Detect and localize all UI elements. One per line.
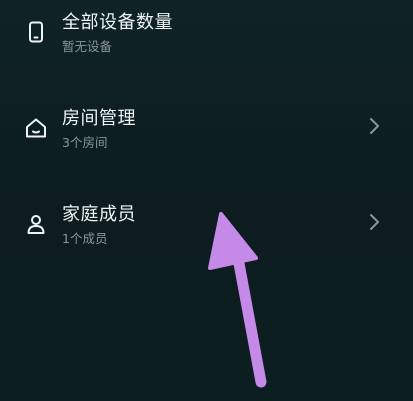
device-count-title: 全部设备数量 — [62, 12, 173, 33]
device-count-item[interactable]: 全部设备数量 暂无设备 — [0, 2, 413, 62]
settings-screen: 全部设备数量 暂无设备 房间管理 3个房间 家庭成员 1个成员 — [0, 0, 413, 401]
family-members-title: 家庭成员 — [62, 204, 136, 225]
person-icon — [27, 215, 45, 234]
family-members-subtitle: 1个成员 — [62, 231, 108, 246]
device-count-subtitle: 暂无设备 — [62, 39, 113, 54]
room-management-subtitle: 3个房间 — [62, 135, 108, 150]
chevron-right-icon — [370, 118, 379, 134]
family-members-item[interactable]: 家庭成员 1个成员 — [0, 194, 413, 254]
chevron-right-icon — [370, 214, 379, 230]
room-management-item[interactable]: 房间管理 3个房间 — [0, 98, 413, 158]
room-management-title: 房间管理 — [62, 108, 136, 129]
phone-icon — [29, 21, 43, 43]
home-icon — [26, 118, 46, 138]
